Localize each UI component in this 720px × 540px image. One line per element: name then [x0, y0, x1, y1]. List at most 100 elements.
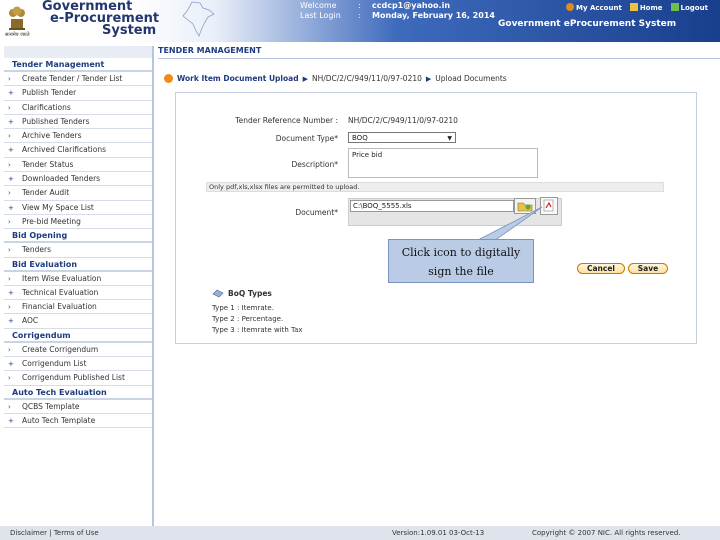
chevron-right-icon: +: [8, 416, 14, 425]
sidebar-item-label: Tender Audit: [22, 188, 70, 198]
sidebar-item[interactable]: › Archive Tenders: [4, 129, 152, 144]
chevron-right-icon: +: [8, 89, 14, 98]
chevron-right-icon: ›: [8, 132, 11, 141]
sidebar-item-label: Archived Clarifications: [22, 145, 107, 155]
sidebar-item-label: Auto Tech Template: [22, 415, 96, 425]
description-field[interactable]: Price bid: [348, 148, 538, 178]
sidebar-item[interactable]: › Create Corrigendum: [4, 343, 152, 358]
chevron-right-icon: +: [8, 203, 14, 212]
india-map-icon: [182, 1, 215, 37]
chevron-right-icon: +: [8, 146, 14, 155]
sidebar-section-heading: Tender Management: [4, 58, 152, 72]
chevron-right-icon: ›: [8, 374, 11, 383]
sidebar-item[interactable]: › QCBS Template: [4, 400, 152, 414]
sidebar-item[interactable]: + AOC: [4, 314, 152, 329]
breadcrumb-item[interactable]: NH/DC/2/C/949/11/0/97-0210: [312, 74, 422, 83]
chevron-right-icon: ›: [8, 246, 11, 255]
chevron-right-icon: +: [8, 317, 14, 326]
sidebar-item[interactable]: + Archived Clarifications: [4, 143, 152, 158]
tender-ref-value: NH/DC/2/C/949/11/0/97-0210: [348, 116, 458, 125]
sidebar-item[interactable]: › Corrigendum Published List: [4, 371, 152, 386]
brand-logo: Government e-Procurement System: [42, 0, 159, 38]
sidebar-item-label: Pre-bid Meeting: [22, 216, 81, 226]
sidebar-item[interactable]: + Downloaded Tenders: [4, 172, 152, 187]
sidebar-item[interactable]: + Corrigendum List: [4, 357, 152, 372]
sidebar-item[interactable]: › Clarifications: [4, 101, 152, 115]
sidebar-item-label: Downloaded Tenders: [22, 174, 101, 184]
chevron-right-icon: +: [8, 360, 14, 369]
sign-hint-callout: Click icon to digitally sign the file: [388, 239, 534, 283]
sidebar-item[interactable]: + View My Space List: [4, 201, 152, 215]
section-title: TENDER MANAGEMENT: [158, 46, 720, 59]
sidebar-item-label: Create Corrigendum: [22, 344, 99, 354]
sidebar-item-label: Technical Evaluation: [22, 287, 99, 297]
last-login-value: Monday, February 16, 2014: [372, 11, 495, 20]
logout-icon: [670, 3, 679, 11]
welcome-user: ccdcp1@yahoo.in: [372, 1, 451, 10]
sidebar-item-label: Item Wise Evaluation: [22, 273, 102, 283]
description-label: Description*: [291, 160, 338, 169]
sidebar-item-label: Corrigendum Published List: [22, 373, 125, 383]
sidebar-item-label: Tender Status: [22, 159, 74, 169]
chevron-right-icon: ›: [8, 303, 11, 312]
copyright: Copyright © 2007 NIC. All rights reserve…: [532, 529, 681, 537]
document-label: Document*: [295, 208, 338, 217]
chevron-right-icon: ▶: [425, 74, 432, 83]
sidebar-item-label: View My Space List: [22, 202, 94, 212]
sidebar-item[interactable]: + Technical Evaluation: [4, 286, 152, 301]
document-type-select[interactable]: BOQ ▼: [348, 132, 456, 143]
account-icon: [566, 3, 574, 11]
sidebar-item[interactable]: + Auto Tech Template: [4, 414, 152, 429]
dropdown-arrow-icon: ▼: [447, 135, 452, 142]
my-account-link[interactable]: My Account: [566, 3, 622, 12]
breadcrumb-item[interactable]: Work Item Document Upload: [177, 74, 299, 83]
sidebar-item[interactable]: + Publish Tender: [4, 86, 152, 101]
top-links: My Account Home Logout: [566, 3, 708, 12]
last-login-label: Last Login: [300, 11, 341, 20]
boq-type-line: Type 2 : Percentage.: [212, 315, 284, 323]
sidebar-item-label: AOC: [22, 316, 39, 326]
chevron-right-icon: +: [8, 117, 14, 126]
my-account-label: My Account: [576, 4, 622, 12]
system-title: Government eProcurement System: [498, 19, 677, 29]
version-info: Version:1.09.01 03-Oct-13: [392, 529, 485, 537]
sidebar-item-label: Publish Tender: [22, 88, 77, 98]
sidebar-item-label: QCBS Template: [22, 401, 80, 411]
file-type-notice: Only pdf,xls,xlsx files are permitted to…: [206, 182, 664, 192]
cancel-button[interactable]: Cancel: [577, 263, 625, 274]
chevron-right-icon: ›: [8, 217, 11, 226]
footer-links[interactable]: Disclaimer | Terms of Use: [10, 526, 99, 540]
home-link[interactable]: Home: [629, 3, 663, 12]
sidebar-item[interactable]: › Tender Audit: [4, 186, 152, 201]
chevron-right-icon: ›: [8, 274, 11, 283]
sidebar-item[interactable]: › Tender Status: [4, 158, 152, 173]
boq-types-title: BoQ Types: [228, 289, 272, 298]
sidebar: Tender Management › Create Tender / Tender…: [4, 46, 154, 526]
sidebar-item[interactable]: › Create Tender / Tender List: [4, 72, 152, 87]
sidebar-item[interactable]: + Published Tenders: [4, 115, 152, 130]
sidebar-section-heading: Auto Tech Evaluation: [4, 385, 152, 400]
boq-type-line: Type 3 : Itemrate with Tax: [212, 326, 303, 334]
save-button[interactable]: Save: [628, 263, 668, 274]
boq-types-heading: BoQ Types: [212, 289, 272, 298]
brand-line-3: System: [102, 23, 157, 38]
file-type-notice-text: Only pdf,xls,xlsx files are permitted to…: [209, 183, 360, 191]
sidebar-item-label: Create Tender / Tender List: [22, 74, 123, 83]
chevron-right-icon: ›: [8, 160, 11, 169]
logout-link[interactable]: Logout: [670, 3, 708, 12]
national-emblem-icon: [9, 6, 25, 30]
sidebar-item[interactable]: › Financial Evaluation: [4, 300, 152, 315]
footer: Disclaimer | Terms of Use Version:1.09.0…: [0, 526, 720, 540]
sidebar-item[interactable]: › Item Wise Evaluation: [4, 272, 152, 286]
sidebar-item-label: Tenders: [22, 245, 52, 255]
user-info: Welcome : ccdcp1@yahoo.in Last Login : M…: [300, 1, 495, 21]
chevron-right-icon: ›: [8, 402, 11, 411]
breadcrumb: Work Item Document Upload ▶ NH/DC/2/C/94…: [164, 74, 507, 83]
emblem-caption: सत्यमेव जयते: [5, 32, 30, 38]
callout-line-2: sign the file: [428, 265, 494, 278]
logout-label: Logout: [680, 4, 708, 12]
sidebar-item[interactable]: › Pre-bid Meeting: [4, 215, 152, 230]
sidebar-item[interactable]: › Tenders: [4, 243, 152, 258]
chevron-right-icon: +: [8, 288, 14, 297]
sidebar-item-label: Archive Tenders: [22, 131, 82, 141]
